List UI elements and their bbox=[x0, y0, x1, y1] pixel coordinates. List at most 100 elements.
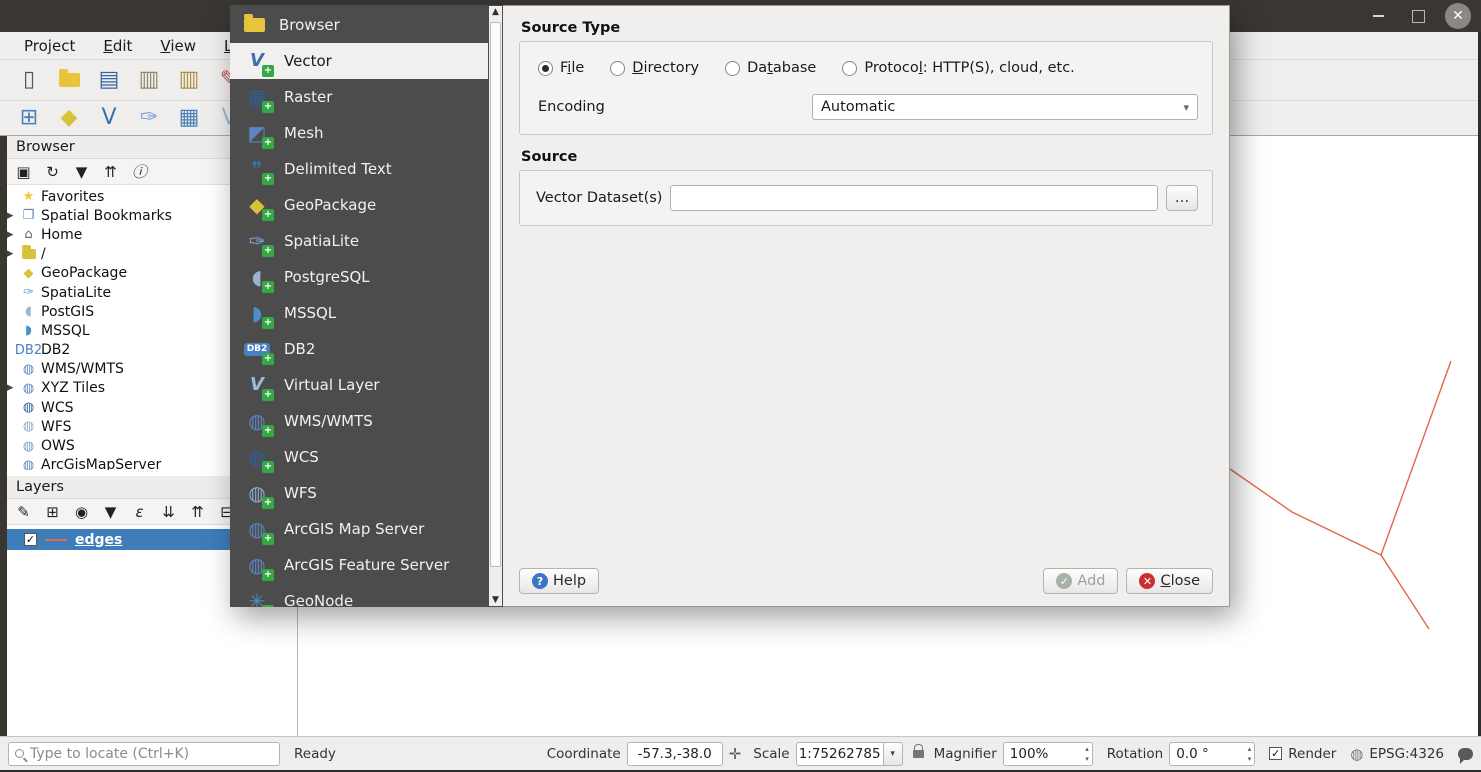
save-project-icon[interactable]: ▤ bbox=[94, 65, 124, 95]
raster-icon: ▦ bbox=[244, 85, 270, 109]
open-project-icon[interactable] bbox=[54, 65, 84, 95]
add-selected-layers-icon[interactable]: ▣ bbox=[14, 162, 33, 181]
scale-combobox[interactable]: 1:75262785 bbox=[796, 742, 884, 766]
dialog-sidebar-item-label: ArcGIS Feature Server bbox=[284, 556, 449, 574]
new-temporary-scratch-layer-icon[interactable]: ▦ bbox=[174, 103, 204, 133]
dialog-tab-raster[interactable]: ▦ Raster bbox=[230, 79, 488, 115]
radio-circle[interactable] bbox=[610, 61, 625, 76]
dialog-sidebar-item-label: Virtual Layer bbox=[284, 376, 380, 394]
dialog-tab-mssql[interactable]: ◗ MSSQL bbox=[230, 295, 488, 331]
radio-protocol[interactable]: Protocol: HTTP(S), cloud, etc. bbox=[842, 60, 1074, 76]
xyz-tiles-icon: ◍ bbox=[20, 381, 37, 396]
collapse-all-icon[interactable]: ⇈ bbox=[101, 162, 120, 181]
window-close-button[interactable]: ✕ bbox=[1445, 3, 1471, 29]
dialog-content: Source Type File Directory bbox=[503, 5, 1230, 607]
new-geopackage-layer-icon[interactable]: ◆ bbox=[54, 103, 84, 133]
dialog-sidebar-item-label: Vector bbox=[284, 52, 332, 70]
collapse-all-layers-icon[interactable]: ⇈ bbox=[188, 502, 207, 521]
enable-properties-widget-icon[interactable]: ⓘ bbox=[130, 162, 149, 181]
add-group-icon[interactable]: ⊞ bbox=[43, 502, 62, 521]
dialog-tab-arcgis-map-server[interactable]: ◍ ArcGIS Map Server bbox=[230, 511, 488, 547]
minimize-button[interactable] bbox=[1365, 3, 1391, 29]
dialog-sidebar-item-label: MSSQL bbox=[284, 304, 336, 322]
dialog-tab-wms-wmts[interactable]: ◍ WMS/WMTS bbox=[230, 403, 488, 439]
geopackage-icon: ◆ bbox=[244, 193, 270, 217]
tree-item-label: WFS bbox=[41, 419, 72, 435]
menu-view[interactable]: View bbox=[148, 34, 208, 58]
vector-icon: V bbox=[244, 49, 270, 73]
layer-visibility-checkbox[interactable] bbox=[24, 533, 37, 546]
new-project-icon[interactable]: ▯ bbox=[14, 65, 44, 95]
encoding-combobox[interactable]: Automatic bbox=[812, 94, 1198, 120]
help-icon: ? bbox=[532, 573, 548, 589]
source-type-title: Source Type bbox=[521, 20, 1213, 36]
radio-database[interactable]: Database bbox=[725, 60, 816, 76]
lock-scale-icon[interactable] bbox=[913, 750, 924, 758]
dialog-tab-spatialite[interactable]: ✑ SpatiaLite bbox=[230, 223, 488, 259]
dialog-tab-wfs[interactable]: ◍ WFS bbox=[230, 475, 488, 511]
manage-map-themes-icon[interactable]: ◉ bbox=[72, 502, 91, 521]
tree-item-label: SpatiaLite bbox=[41, 285, 111, 301]
expand-all-icon[interactable]: ⇊ bbox=[159, 502, 178, 521]
scroll-down-icon[interactable]: ▼ bbox=[489, 594, 502, 606]
filter-browser-icon[interactable]: ▼ bbox=[72, 162, 91, 181]
dialog-tab-postgresql[interactable]: ◖ PostgreSQL bbox=[230, 259, 488, 295]
extents-tracking-icon[interactable]: ✛ bbox=[729, 745, 742, 763]
epsg-status[interactable]: EPSG:4326 bbox=[1369, 746, 1444, 762]
rotation-spinbox[interactable]: 0.0 ° bbox=[1169, 742, 1255, 766]
radio-circle[interactable] bbox=[725, 61, 740, 76]
menu-edit[interactable]: Edit bbox=[91, 34, 144, 58]
dialog-sidebar-scrollbar[interactable]: ▲ ▼ bbox=[488, 5, 503, 607]
open-data-source-manager-icon[interactable]: ⊞ bbox=[14, 103, 44, 133]
open-layer-styling-icon[interactable]: ✎ bbox=[14, 502, 33, 521]
dialog-tab-arcgis-feature-server[interactable]: ◍ ArcGIS Feature Server bbox=[230, 547, 488, 583]
virtual-layer-icon: V bbox=[244, 373, 270, 397]
dialog-tab-vector[interactable]: V Vector bbox=[230, 43, 488, 79]
radio-file[interactable]: File bbox=[538, 60, 584, 76]
vector-dataset-input[interactable] bbox=[670, 185, 1158, 211]
tree-item-label: Home bbox=[41, 227, 82, 243]
dialog-tab-geonode[interactable]: ✳ GeoNode bbox=[230, 583, 488, 607]
refresh-icon[interactable]: ↻ bbox=[43, 162, 62, 181]
tree-item-label: Spatial Bookmarks bbox=[41, 208, 172, 224]
locator-input[interactable] bbox=[30, 746, 273, 762]
radio-circle[interactable] bbox=[538, 61, 553, 76]
maximize-button[interactable] bbox=[1405, 3, 1431, 29]
dialog-tab-browser[interactable]: Browser bbox=[230, 7, 488, 43]
help-button[interactable]: ?Help bbox=[519, 568, 599, 594]
mssql-icon: ◗ bbox=[244, 301, 270, 325]
menu-project[interactable]: Project bbox=[12, 34, 87, 58]
render-checkbox[interactable] bbox=[1269, 747, 1282, 760]
locator-box[interactable] bbox=[8, 742, 280, 766]
filter-legend-icon[interactable]: ▼ bbox=[101, 502, 120, 521]
render-label: Render bbox=[1288, 746, 1336, 762]
new-print-layout-icon[interactable]: ▥ bbox=[134, 65, 164, 95]
magnifier-spinbox[interactable]: 100% bbox=[1003, 742, 1093, 766]
dialog-sidebar-item-label: PostgreSQL bbox=[284, 268, 370, 286]
encoding-label: Encoding bbox=[534, 99, 812, 115]
dialog-tab-delimited-text[interactable]: ❞ Delimited Text bbox=[230, 151, 488, 187]
expression-filter-icon[interactable]: ε bbox=[130, 502, 149, 521]
scrollbar-thumb[interactable] bbox=[490, 22, 501, 567]
scroll-up-icon[interactable]: ▲ bbox=[489, 6, 502, 18]
radio-directory[interactable]: Directory bbox=[610, 60, 699, 76]
new-spatialite-layer-icon[interactable]: ✑ bbox=[134, 103, 164, 133]
browse-button[interactable]: … bbox=[1166, 185, 1198, 211]
dialog-tab-wcs[interactable]: ◍ WCS bbox=[230, 439, 488, 475]
radio-circle[interactable] bbox=[842, 61, 857, 76]
magnifier-label: Magnifier bbox=[934, 746, 997, 762]
coordinate-box[interactable]: -57.3,-38.0 bbox=[627, 742, 723, 766]
search-icon bbox=[15, 749, 24, 758]
dialog-tab-mesh[interactable]: ◩ Mesh bbox=[230, 115, 488, 151]
dialog-tab-virtual-layer[interactable]: V Virtual Layer bbox=[230, 367, 488, 403]
dialog-tab-db2[interactable]: DB2 DB2 bbox=[230, 331, 488, 367]
dialog-tab-geopackage[interactable]: ◆ GeoPackage bbox=[230, 187, 488, 223]
dialog-sidebar-item-label: SpatiaLite bbox=[284, 232, 359, 250]
crs-globe-icon[interactable]: ◍ bbox=[1350, 745, 1363, 763]
close-button[interactable]: ✕Close bbox=[1126, 568, 1213, 594]
show-layout-manager-icon[interactable]: ▥ bbox=[174, 65, 204, 95]
new-shapefile-layer-icon[interactable]: V bbox=[94, 103, 124, 133]
scale-dropdown-icon[interactable]: ▾ bbox=[884, 742, 903, 766]
dialog-sidebar-item-label: DB2 bbox=[284, 340, 315, 358]
messages-icon[interactable] bbox=[1458, 748, 1473, 760]
